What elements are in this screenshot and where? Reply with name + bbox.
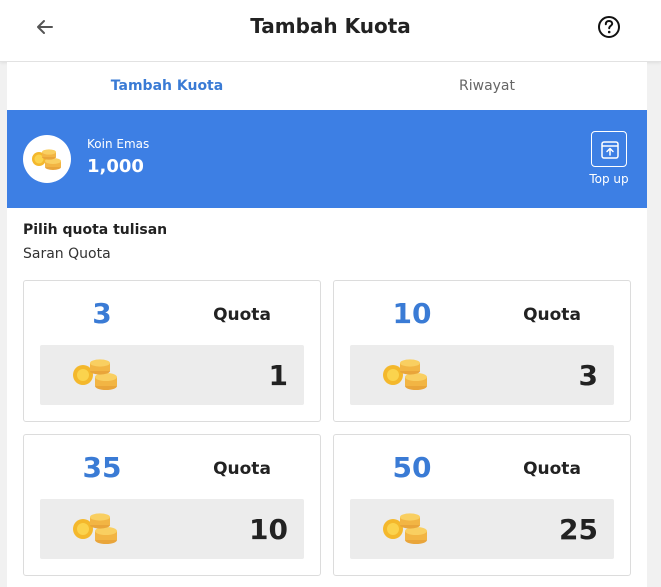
coin-price: 3 xyxy=(578,359,598,392)
quota-package-card[interactable]: 50 Quota 25 xyxy=(333,434,631,576)
price-box: 3 xyxy=(350,345,614,405)
coin-balance-bar: Koin Emas 1,000 Top up xyxy=(7,110,647,208)
quota-package-card[interactable]: 10 Quota 3 xyxy=(333,280,631,422)
gold-coins-icon xyxy=(383,513,427,544)
quota-package-card[interactable]: 35 Quota 10 xyxy=(23,434,321,576)
question-circle-icon xyxy=(598,16,620,38)
topup-label[interactable]: Top up xyxy=(575,172,643,186)
tab-bar: Tambah Kuota Riwayat xyxy=(7,62,647,110)
gold-coins-icon xyxy=(383,359,427,390)
top-bar: Tambah Kuota xyxy=(0,0,661,62)
quota-unit-label: Quota xyxy=(523,305,581,325)
gold-coins-icon xyxy=(73,513,117,544)
quota-package-card[interactable]: 3 Quota 1 xyxy=(23,280,321,422)
arrow-left-icon xyxy=(37,20,53,34)
back-button[interactable] xyxy=(32,14,58,40)
content-panel: Tambah Kuota Riwayat Koin Emas 1,000 Top… xyxy=(7,62,647,587)
gold-coins-icon xyxy=(73,359,117,390)
quota-unit-label: Quota xyxy=(213,305,271,325)
help-button[interactable] xyxy=(596,14,622,40)
coin-price: 1 xyxy=(268,359,288,392)
quota-unit-label: Quota xyxy=(213,459,271,479)
tab-riwayat[interactable]: Riwayat xyxy=(327,62,647,110)
price-box: 1 xyxy=(40,345,304,405)
quota-amount: 3 xyxy=(92,297,112,330)
section-title: Pilih quota tulisan xyxy=(23,222,168,238)
coin-price: 25 xyxy=(559,513,598,546)
coin-balance: 1,000 xyxy=(87,156,144,177)
coin-label: Koin Emas xyxy=(87,137,150,151)
topup-button[interactable] xyxy=(591,131,627,167)
quota-amount: 50 xyxy=(392,451,432,484)
page-title: Tambah Kuota xyxy=(250,14,411,38)
gold-coins-icon xyxy=(32,149,61,170)
price-box: 25 xyxy=(350,499,614,559)
price-box: 10 xyxy=(40,499,304,559)
quota-amount: 35 xyxy=(82,451,122,484)
section-subtitle: Saran Quota xyxy=(23,246,111,262)
coin-price: 10 xyxy=(249,513,288,546)
quota-unit-label: Quota xyxy=(523,459,581,479)
tab-tambah-kuota[interactable]: Tambah Kuota xyxy=(7,62,327,110)
quota-amount: 10 xyxy=(392,297,432,330)
wallet-upload-icon xyxy=(601,141,619,159)
coin-avatar xyxy=(23,135,71,183)
